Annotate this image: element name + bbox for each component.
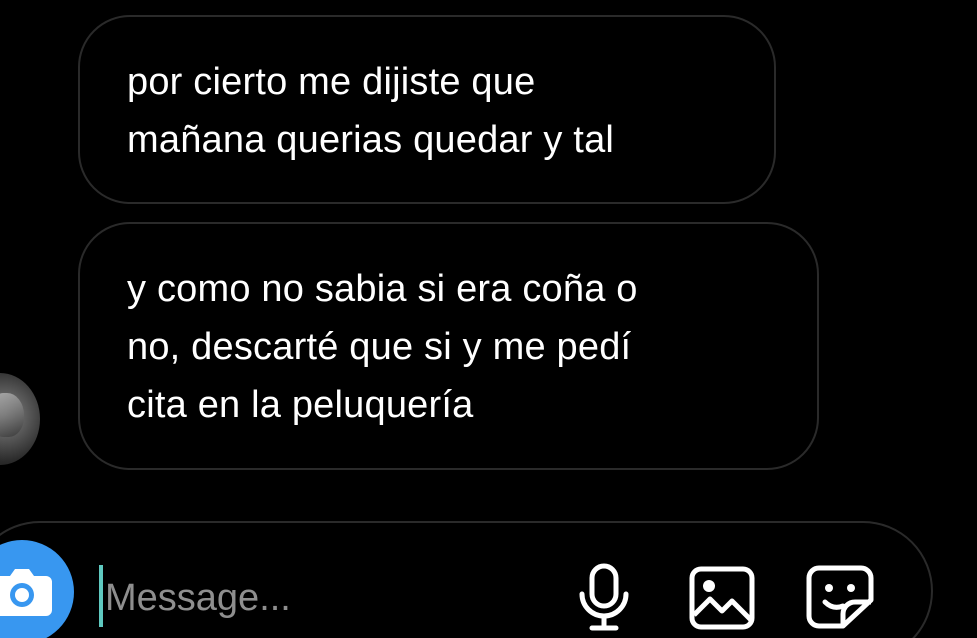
- message-text-line: y como no sabia si era coña o: [127, 268, 638, 310]
- sticker-icon: [806, 565, 874, 629]
- sender-avatar[interactable]: [0, 373, 40, 465]
- message-input[interactable]: [105, 568, 545, 628]
- message-text-line: no, descarté que si y me pedí: [127, 326, 632, 368]
- gallery-icon: [689, 566, 755, 630]
- camera-icon: [0, 569, 52, 616]
- received-message-bubble[interactable]: por cierto me dijiste que mañana querias…: [78, 15, 776, 204]
- gallery-button[interactable]: [688, 565, 756, 631]
- microphone-icon: [579, 563, 629, 631]
- text-caret: [99, 565, 103, 627]
- message-text-line: cita en la peluquería: [127, 384, 474, 426]
- chat-screen: por cierto me dijiste que mañana querias…: [0, 0, 977, 638]
- voice-message-button[interactable]: [576, 562, 632, 632]
- received-message-bubble[interactable]: y como no sabia si era coña o no, descar…: [78, 222, 819, 470]
- message-text-line: mañana querias quedar y tal: [127, 119, 615, 161]
- message-text-line: por cierto me dijiste que: [127, 61, 536, 103]
- sticker-button[interactable]: [805, 564, 875, 630]
